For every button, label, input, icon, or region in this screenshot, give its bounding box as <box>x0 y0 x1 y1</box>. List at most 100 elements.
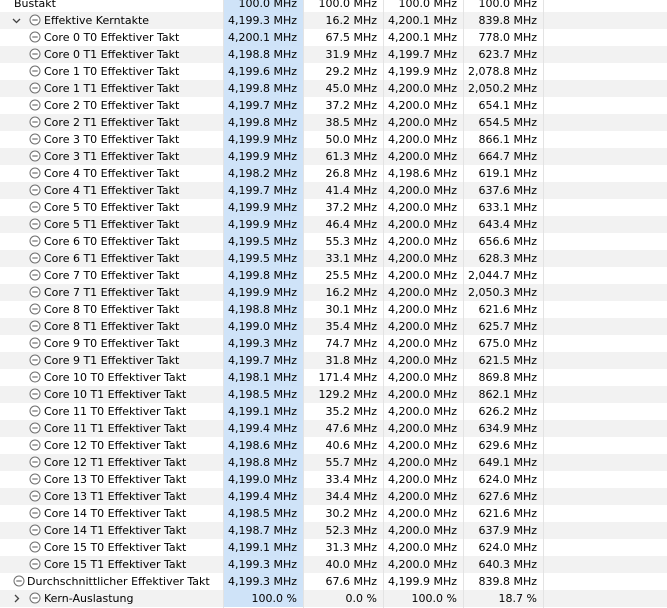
sensor-row[interactable]: Core 12 T0 Effektiver Takt 4,198.6 MHz 40.… <box>0 437 667 454</box>
sensor-row[interactable]: Core 0 T1 Effektiver Takt 4,198.8 MHz 31.9… <box>0 46 667 63</box>
sensor-circle-icon <box>13 575 25 587</box>
maximum-value: 4,200.1 MHz <box>387 31 457 44</box>
sensor-row[interactable]: Core 10 T0 Effektiver Takt 4,198.1 MHz 171… <box>0 369 667 386</box>
minimum-value: 35.2 MHz <box>325 405 377 418</box>
row-filler <box>543 522 667 539</box>
minimum-value: 30.2 MHz <box>325 507 377 520</box>
sensor-row[interactable]: Core 5 T0 Effektiver Takt 4,199.9 MHz 37.2… <box>0 199 667 216</box>
sensor-row[interactable]: Core 8 T0 Effektiver Takt 4,198.8 MHz 30.1… <box>0 301 667 318</box>
maximum-value: 4,199.9 MHz <box>387 65 457 78</box>
sensor-row[interactable]: Core 15 T0 Effektiver Takt 4,199.1 MHz 31.… <box>0 539 667 556</box>
minimum-value: 0.0 % <box>345 592 377 605</box>
average-value: 654.5 MHz <box>478 116 537 129</box>
sensor-circle-icon <box>29 48 41 60</box>
sensor-row[interactable]: Core 2 T0 Effektiver Takt 4,199.7 MHz 37.2… <box>0 97 667 114</box>
maximum-value: 100.0 % <box>411 592 457 605</box>
sensor-row[interactable]: Core 7 T1 Effektiver Takt 4,199.9 MHz 16.2… <box>0 284 667 301</box>
sensor-label: Core 0 T0 Effektiver Takt <box>44 31 180 44</box>
sensor-row[interactable]: Core 5 T1 Effektiver Takt 4,199.9 MHz 46.4… <box>0 216 667 233</box>
sensor-row[interactable]: Core 11 T1 Effektiver Takt 4,199.4 MHz 47.… <box>0 420 667 437</box>
sensor-row[interactable]: Core 2 T1 Effektiver Takt 4,199.8 MHz 38.5… <box>0 114 667 131</box>
sensor-row[interactable]: Core 1 T1 Effektiver Takt 4,199.8 MHz 45.0… <box>0 80 667 97</box>
sensor-name-cell: Core 4 T0 Effektiver Takt <box>0 165 223 182</box>
maximum-value: 4,200.0 MHz <box>387 286 457 299</box>
sensor-name-cell: Core 14 T1 Effektiver Takt <box>0 522 223 539</box>
average-value: 634.9 MHz <box>478 422 537 435</box>
sensor-row[interactable]: Core 14 T1 Effektiver Takt 4,198.7 MHz 52.… <box>0 522 667 539</box>
sensor-name-cell: Core 6 T0 Effektiver Takt <box>0 233 223 250</box>
sensor-name-cell: Core 4 T1 Effektiver Takt <box>0 182 223 199</box>
sensor-row[interactable]: Core 7 T0 Effektiver Takt 4,199.8 MHz 25.5… <box>0 267 667 284</box>
current-value: 4,199.4 MHz <box>223 488 303 505</box>
average-value: 623.7 MHz <box>478 48 537 61</box>
minimum-value: 45.0 MHz <box>325 82 377 95</box>
sensor-row[interactable]: Core 9 T0 Effektiver Takt 4,199.3 MHz 74.7… <box>0 335 667 352</box>
row-filler <box>543 284 667 301</box>
current-value: 4,198.8 MHz <box>223 46 303 63</box>
row-filler <box>543 233 667 250</box>
sensor-name-cell: Core 1 T1 Effektiver Takt <box>0 80 223 97</box>
sensor-label: Core 3 T0 Effektiver Takt <box>44 133 180 146</box>
sensor-circle-icon <box>29 439 41 451</box>
sensor-circle-icon <box>29 65 41 77</box>
sensor-row[interactable]: Core 3 T1 Effektiver Takt 4,199.9 MHz 61.3… <box>0 148 667 165</box>
sensor-row[interactable]: Core 8 T1 Effektiver Takt 4,199.0 MHz 35.4… <box>0 318 667 335</box>
current-value: 4,199.9 MHz <box>223 148 303 165</box>
chevron-down-icon[interactable] <box>10 12 22 29</box>
sensor-row[interactable]: Core 0 T0 Effektiver Takt 4,200.1 MHz 67.5… <box>0 29 667 46</box>
average-value: 624.0 MHz <box>478 541 537 554</box>
current-value: 4,199.1 MHz <box>223 539 303 556</box>
sensor-label: Core 5 T1 Effektiver Takt <box>44 218 180 231</box>
sensor-name-cell: Core 9 T1 Effektiver Takt <box>0 352 223 369</box>
sensor-name-cell: Core 2 T0 Effektiver Takt <box>0 97 223 114</box>
sensor-row[interactable]: Core 15 T1 Effektiver Takt 4,199.3 MHz 40.… <box>0 556 667 573</box>
sensor-row[interactable]: Core 13 T0 Effektiver Takt 4,199.0 MHz 33.… <box>0 471 667 488</box>
maximum-value: 4,200.0 MHz <box>387 439 457 452</box>
sensor-name-cell: Core 6 T1 Effektiver Takt <box>0 250 223 267</box>
minimum-value: 34.4 MHz <box>325 490 377 503</box>
average-value: 675.0 MHz <box>478 337 537 350</box>
sensor-label: Core 11 T0 Effektiver Takt <box>44 405 187 418</box>
average-value: 643.4 MHz <box>478 218 537 231</box>
sensor-circle-icon <box>29 490 41 502</box>
sensor-row[interactable]: Core 12 T1 Effektiver Takt 4,198.8 MHz 55.… <box>0 454 667 471</box>
average-value: 778.0 MHz <box>478 31 537 44</box>
sensor-row[interactable]: Core 1 T0 Effektiver Takt 4,199.6 MHz 29.2… <box>0 63 667 80</box>
sensor-row[interactable]: Kern-Auslastung 100.0 % 0.0 % 100.0 % 18.7 % <box>0 590 667 607</box>
sensor-row[interactable]: Core 6 T0 Effektiver Takt 4,199.5 MHz 55.3… <box>0 233 667 250</box>
sensor-row[interactable]: Core 9 T1 Effektiver Takt 4,199.7 MHz 31.8… <box>0 352 667 369</box>
sensor-row[interactable]: Core 4 T0 Effektiver Takt 4,198.2 MHz 26.8… <box>0 165 667 182</box>
sensor-row[interactable]: Core 4 T1 Effektiver Takt 4,199.7 MHz 41.4… <box>0 182 667 199</box>
sensor-circle-icon <box>29 133 41 145</box>
sensor-row[interactable]: Effektive Kerntakte 4,199.3 MHz 16.2 MHz 4,… <box>0 12 667 29</box>
sensor-row[interactable]: Core 6 T1 Effektiver Takt 4,199.5 MHz 33.1… <box>0 250 667 267</box>
sensor-circle-icon <box>29 286 41 298</box>
maximum-value: 4,200.1 MHz <box>387 14 457 27</box>
sensor-circle-icon <box>29 541 41 553</box>
sensor-label: Core 15 T1 Effektiver Takt <box>44 558 187 571</box>
sensor-name-cell: Core 13 T1 Effektiver Takt <box>0 488 223 505</box>
row-filler <box>543 46 667 63</box>
sensor-row[interactable]: Bustakt 100.0 MHz 100.0 MHz 100.0 MHz 100.0 … <box>0 0 667 12</box>
sensor-circle-icon <box>29 456 41 468</box>
chevron-right-icon[interactable] <box>10 590 22 607</box>
sensor-row[interactable]: Core 13 T1 Effektiver Takt 4,199.4 MHz 34.… <box>0 488 667 505</box>
row-filler <box>543 369 667 386</box>
row-filler <box>543 267 667 284</box>
row-filler <box>543 454 667 471</box>
row-filler <box>543 182 667 199</box>
current-value: 4,198.7 MHz <box>223 522 303 539</box>
average-value: 621.6 MHz <box>478 507 537 520</box>
sensor-label: Core 13 T0 Effektiver Takt <box>44 473 187 486</box>
maximum-value: 4,199.7 MHz <box>387 48 457 61</box>
current-value: 4,198.1 MHz <box>223 369 303 386</box>
row-filler <box>543 12 667 29</box>
average-value: 633.1 MHz <box>478 201 537 214</box>
sensor-row[interactable]: Core 11 T0 Effektiver Takt 4,199.1 MHz 35.… <box>0 403 667 420</box>
sensor-row[interactable]: Durchschnittlicher Effektiver Takt 4,199.… <box>0 573 667 590</box>
minimum-value: 55.7 MHz <box>325 456 377 469</box>
sensor-row[interactable]: Core 14 T0 Effektiver Takt 4,198.5 MHz 30.… <box>0 505 667 522</box>
minimum-value: 16.2 MHz <box>325 14 377 27</box>
sensor-row[interactable]: Core 3 T0 Effektiver Takt 4,199.9 MHz 50.0… <box>0 131 667 148</box>
sensor-row[interactable]: Core 10 T1 Effektiver Takt 4,198.5 MHz 129… <box>0 386 667 403</box>
